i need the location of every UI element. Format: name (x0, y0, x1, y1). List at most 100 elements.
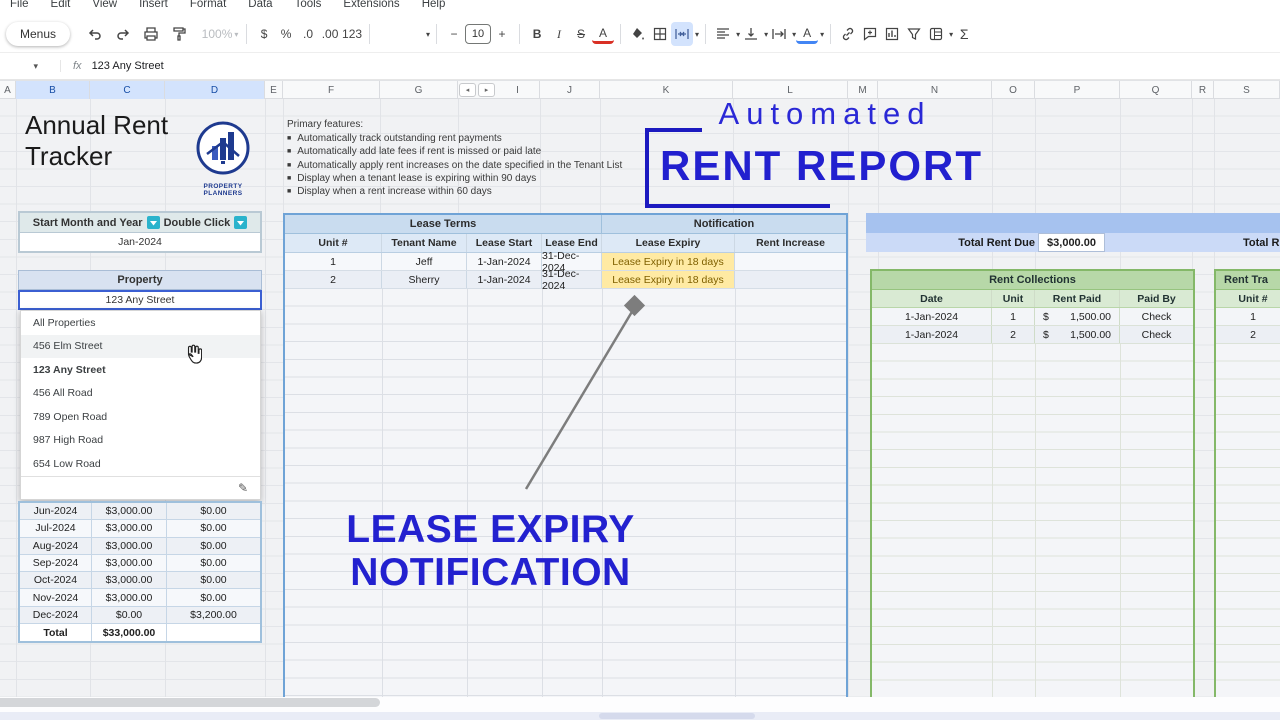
date-cell[interactable]: 1-Jan-2024 (872, 308, 992, 325)
amount-cell[interactable]: $0.00 (167, 572, 260, 590)
unhide-right-icon[interactable]: ▸ (478, 83, 495, 97)
rent-increase-cell[interactable] (735, 253, 846, 270)
bold-button[interactable]: B (526, 22, 548, 46)
italic-button[interactable]: I (548, 22, 570, 46)
amount-cell[interactable]: $0.00 (167, 520, 260, 538)
col-header-o[interactable]: O (992, 81, 1035, 99)
format-currency-button[interactable]: $ (253, 22, 275, 46)
col-header-a[interactable]: A (0, 81, 16, 99)
name-box-dropdown[interactable]: ▾ (0, 61, 46, 72)
scrollbar-thumb[interactable] (599, 713, 755, 719)
date-cell[interactable]: 1-Jan-2024 (872, 326, 992, 343)
increase-font-size-button[interactable]: + (491, 22, 513, 46)
horizontal-align-icon[interactable] (712, 22, 734, 46)
property-selected-cell[interactable]: 123 Any Street (18, 290, 262, 310)
text-rotation-button[interactable]: A (796, 24, 819, 44)
font-family-dropdown[interactable] (376, 24, 424, 44)
lease-end-cell[interactable]: 31-Dec-2024 (542, 268, 602, 292)
start-month-value[interactable]: Jan-2024 (20, 233, 260, 251)
empty-rows[interactable] (1216, 344, 1280, 698)
horizontal-scrollbar[interactable] (0, 712, 1280, 720)
col-header-e[interactable]: E (265, 81, 283, 99)
month-cell[interactable]: Aug-2024 (20, 537, 92, 555)
total-label-cell[interactable]: Total (20, 624, 92, 642)
col-header-s[interactable]: S (1214, 81, 1280, 99)
chevron-down-icon[interactable]: ▾ (426, 30, 430, 39)
filter-icon[interactable] (903, 22, 925, 46)
unit-cell[interactable]: 1 (992, 308, 1035, 325)
col-header-r[interactable]: R (1192, 81, 1214, 99)
dropdown-icon[interactable] (234, 216, 248, 229)
amount-cell[interactable]: $0.00 (167, 589, 260, 607)
menu-extensions[interactable]: Extensions (343, 0, 399, 10)
paid-by-cell[interactable]: Check (1120, 308, 1193, 325)
empty-rows[interactable] (285, 289, 846, 698)
rent-cell[interactable]: $3,000.00 (92, 554, 167, 573)
dropdown-option-hovered[interactable]: 456 Elm Street (21, 334, 260, 358)
rent-paid-cell[interactable]: 1,500.00 (1070, 329, 1111, 341)
font-size-input[interactable]: 10 (465, 24, 492, 44)
col-header-q[interactable]: Q (1120, 81, 1192, 99)
lease-start-cell[interactable]: 1-Jan-2024 (467, 253, 542, 270)
menu-format[interactable]: Format (190, 0, 226, 10)
col-header-d[interactable]: D (165, 81, 265, 99)
amount-cell[interactable]: $0.00 (167, 554, 260, 573)
menu-data[interactable]: Data (248, 0, 272, 10)
col-header-g[interactable]: G (380, 81, 458, 99)
table-views-icon[interactable] (925, 22, 947, 46)
insert-chart-icon[interactable] (881, 22, 903, 46)
functions-button[interactable]: Σ (953, 22, 975, 46)
col-header-p[interactable]: P (1035, 81, 1120, 99)
vertical-align-icon[interactable] (740, 22, 762, 46)
lease-expiry-alert[interactable]: Lease Expiry in 18 days (602, 253, 735, 270)
insert-comment-icon[interactable] (859, 22, 881, 46)
month-cell[interactable]: Jul-2024 (20, 520, 92, 538)
unhide-left-icon[interactable]: ◂ (459, 83, 476, 97)
edit-pencil-icon[interactable]: ✎ (238, 481, 248, 495)
unit-cell[interactable]: 2 (992, 326, 1035, 343)
menu-view[interactable]: View (92, 0, 117, 10)
rent-paid-cell[interactable]: 1,500.00 (1070, 311, 1111, 323)
chevron-down-icon[interactable]: ▾ (820, 30, 824, 39)
amount-cell[interactable]: $0.00 (167, 537, 260, 555)
menus-button[interactable]: Menus (6, 22, 71, 46)
insert-link-icon[interactable] (837, 22, 859, 46)
rent-increase-cell[interactable] (735, 271, 846, 288)
rent-cell[interactable]: $3,000.00 (92, 520, 167, 538)
strikethrough-button[interactable]: S (570, 22, 592, 46)
menu-file[interactable]: File (10, 0, 29, 10)
unit-cell[interactable]: 2 (285, 271, 382, 288)
col-header-j[interactable]: J (540, 81, 600, 99)
number-format-button[interactable]: 123 (341, 22, 363, 46)
rent-cell[interactable]: $3,000.00 (92, 572, 167, 590)
print-icon[interactable] (140, 22, 162, 46)
amount-cell[interactable]: $0.00 (167, 503, 260, 521)
zoom-control[interactable]: 100% ▾ (200, 22, 240, 46)
rent-cell[interactable]: $3,000.00 (92, 537, 167, 555)
total-rent-due-value[interactable]: $3,000.00 (1038, 233, 1105, 252)
lease-expiry-alert[interactable]: Lease Expiry in 18 days (602, 271, 735, 288)
formula-input[interactable]: 123 Any Street (92, 60, 164, 72)
merge-cells-button[interactable] (671, 22, 694, 46)
unit-cell[interactable]: 2 (1216, 326, 1280, 344)
month-cell[interactable]: Nov-2024 (20, 589, 92, 607)
tenant-cell[interactable]: Sherry (382, 271, 467, 288)
empty-rows[interactable] (872, 344, 1193, 718)
paid-by-cell[interactable]: Check (1120, 326, 1193, 343)
unit-cell[interactable]: 1 (1216, 308, 1280, 326)
menu-help[interactable]: Help (422, 0, 446, 10)
decrease-decimals-button[interactable]: .0 (297, 22, 319, 46)
borders-icon[interactable] (649, 22, 671, 46)
empty-cell[interactable] (167, 624, 260, 642)
dropdown-option[interactable]: 456 All Road (21, 382, 260, 406)
dropdown-option[interactable]: 654 Low Road (21, 452, 260, 476)
month-cell[interactable]: Oct-2024 (20, 572, 92, 590)
menu-edit[interactable]: Edit (51, 0, 71, 10)
dropdown-icon[interactable] (146, 216, 160, 229)
amount-cell[interactable]: $3,200.00 (167, 606, 260, 625)
dropdown-option[interactable]: 789 Open Road (21, 405, 260, 429)
lease-start-cell[interactable]: 1-Jan-2024 (467, 271, 542, 288)
chevron-down-icon[interactable]: ▾ (695, 30, 699, 39)
rent-cell[interactable]: $3,000.00 (92, 589, 167, 607)
fill-color-icon[interactable] (627, 22, 649, 46)
